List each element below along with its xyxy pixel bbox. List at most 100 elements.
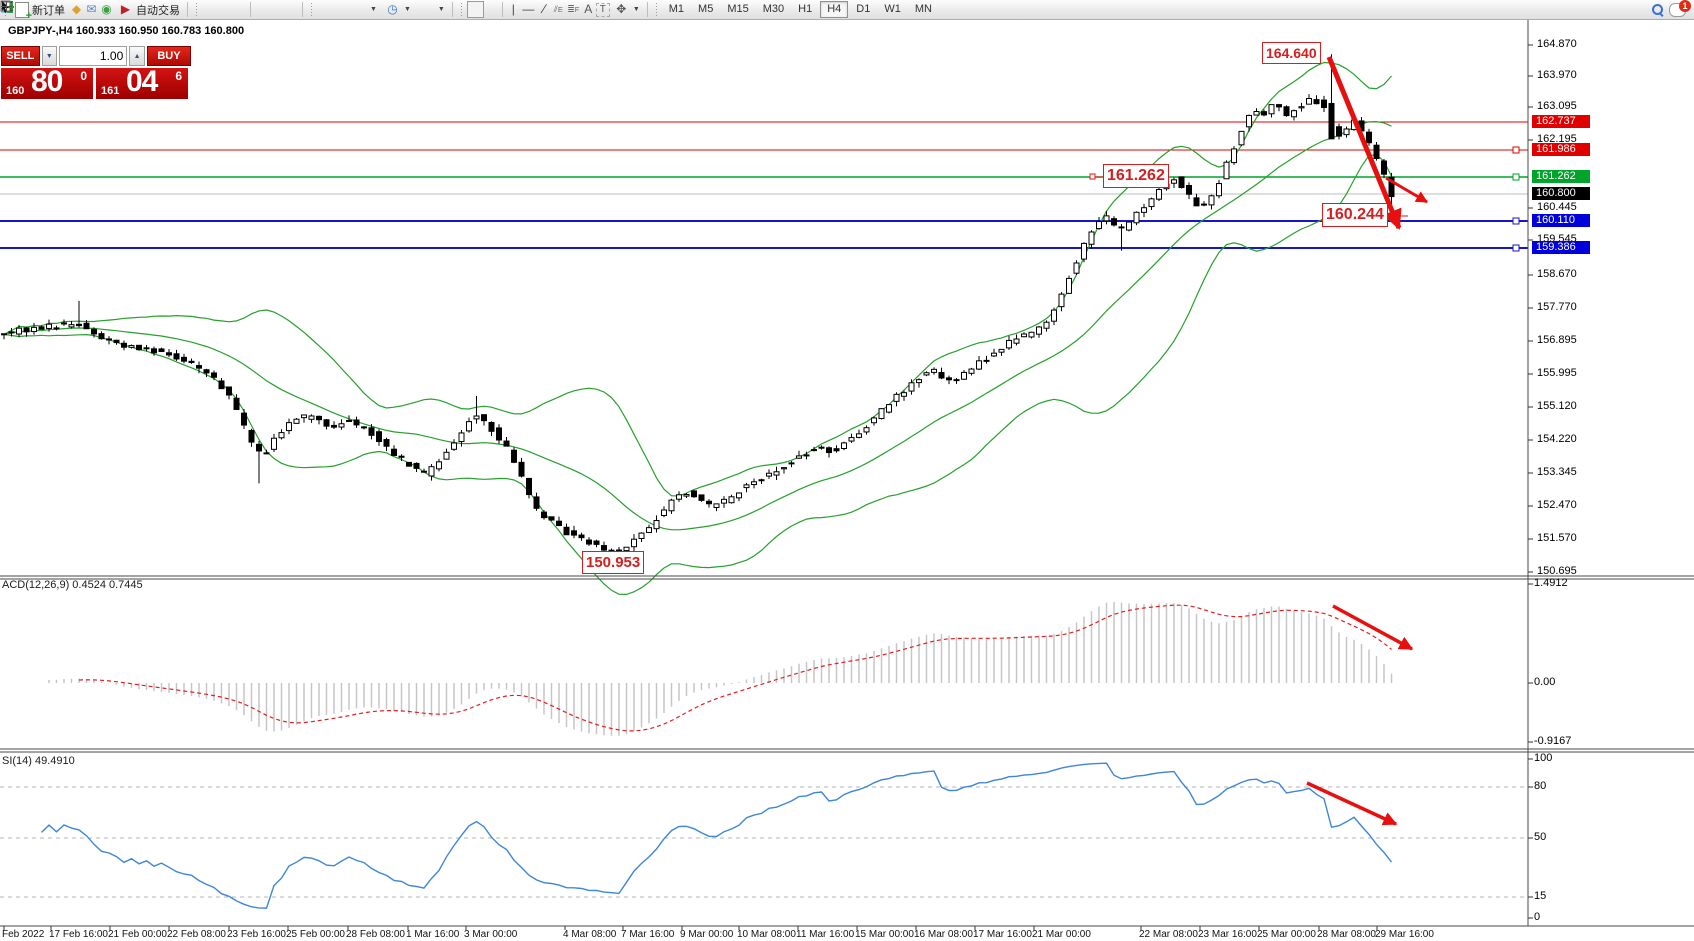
candle-body xyxy=(729,497,734,503)
candle-body xyxy=(1382,161,1387,174)
candle-body xyxy=(249,430,254,442)
candle-body xyxy=(17,328,22,334)
candle-body xyxy=(684,495,689,497)
candle-body xyxy=(917,380,922,383)
candle-body xyxy=(429,467,434,476)
bollinger-band-line xyxy=(4,63,1392,496)
candle-body xyxy=(1224,162,1229,179)
price-axis-label: 153.345 xyxy=(1537,466,1577,479)
price-callout[interactable]: 161.262 xyxy=(1103,164,1169,188)
candle-body xyxy=(302,415,307,418)
candle-body xyxy=(587,540,592,544)
trend-arrow xyxy=(1333,606,1412,649)
candle-body xyxy=(489,422,494,431)
chart-canvas[interactable] xyxy=(0,0,1694,941)
price-axis-label: 154.220 xyxy=(1537,433,1577,446)
candle-body xyxy=(759,480,764,481)
candle-body xyxy=(512,450,517,462)
candle-body xyxy=(579,535,584,538)
candle-body xyxy=(849,438,854,441)
candle-body xyxy=(1089,232,1094,244)
sell-price-point: 0 xyxy=(80,69,87,83)
candle-body xyxy=(1044,322,1049,328)
candle-body xyxy=(1292,111,1297,117)
candle-body xyxy=(347,420,352,421)
candle-body xyxy=(497,428,502,440)
candle-body xyxy=(639,533,644,538)
candle-body xyxy=(1209,196,1214,205)
candle-body xyxy=(534,497,539,508)
price-callout[interactable]: 160.244 xyxy=(1322,203,1388,227)
candle-body xyxy=(1134,212,1139,222)
callout-handle xyxy=(1090,174,1095,179)
sell-price-box[interactable]: 160 80 0 xyxy=(1,68,93,99)
candle-body xyxy=(392,449,397,455)
candle-body xyxy=(767,473,772,476)
price-axis-label: 155.995 xyxy=(1537,367,1577,380)
volume-increase-button[interactable]: ▲ xyxy=(129,46,145,66)
candle-body xyxy=(114,340,119,342)
candle-body xyxy=(1239,131,1244,144)
candle-body xyxy=(564,527,569,534)
candle-body xyxy=(999,349,1004,352)
price-callout[interactable]: 150.953 xyxy=(582,551,644,574)
candle-body xyxy=(909,383,914,391)
candle-body xyxy=(437,462,442,469)
time-axis-label: 7 Mar 16:00 xyxy=(621,929,674,940)
volume-decrease-button[interactable]: ▼ xyxy=(42,46,58,66)
candle-body xyxy=(422,471,427,472)
candle-body xyxy=(1307,99,1312,105)
candle-body xyxy=(369,428,374,436)
buy-price-box[interactable]: 161 04 6 xyxy=(96,68,188,99)
price-axis-badge-red: 162.737 xyxy=(1532,115,1590,128)
candle-body xyxy=(1104,216,1109,221)
candle-body xyxy=(122,343,127,347)
candle-body xyxy=(1074,263,1079,273)
candle-body xyxy=(827,448,832,453)
time-axis-label: 15 Mar 00:00 xyxy=(855,929,914,940)
candle-body xyxy=(467,422,472,431)
candle-body xyxy=(594,541,599,544)
candle-body xyxy=(1172,180,1177,183)
candle-body xyxy=(174,354,179,359)
candle-body xyxy=(549,517,554,520)
line-handle-marker xyxy=(1513,174,1519,180)
candle-body xyxy=(819,447,824,448)
buy-price-pips: 04 xyxy=(126,65,157,99)
time-axis-label: 21 Mar 00:00 xyxy=(1032,929,1091,940)
price-axis-label: 151.570 xyxy=(1537,532,1577,545)
price-axis-label: 158.670 xyxy=(1537,268,1577,281)
candle-body xyxy=(137,345,142,349)
candle-body xyxy=(309,416,314,419)
time-axis-label: 3 Mar 00:00 xyxy=(464,929,517,940)
candle-body xyxy=(474,416,479,419)
candle-body xyxy=(24,328,29,332)
candle-body xyxy=(159,349,164,352)
candle-body xyxy=(669,500,674,511)
macd-signal-line xyxy=(79,605,1392,731)
time-axis-label: 25 Mar 00:00 xyxy=(1257,929,1316,940)
candle-body xyxy=(1007,340,1012,347)
candle-body xyxy=(1187,185,1192,194)
price-axis-label: 155.120 xyxy=(1537,400,1577,413)
candle-body xyxy=(54,328,59,329)
candle-body xyxy=(939,373,944,378)
candle-body xyxy=(1119,227,1124,228)
candle-body xyxy=(1067,278,1072,293)
candle-body xyxy=(744,485,749,488)
candle-body xyxy=(1157,190,1162,200)
candle-body xyxy=(789,463,794,464)
candle-body xyxy=(752,482,757,485)
candle-body xyxy=(1262,112,1267,115)
price-callout[interactable]: 164.640 xyxy=(1262,42,1321,64)
price-axis-badge-blue: 159.386 xyxy=(1532,241,1590,254)
volume-input[interactable] xyxy=(59,46,127,66)
candle-body xyxy=(1269,105,1274,114)
sell-button[interactable]: SELL xyxy=(1,46,40,66)
candle-body xyxy=(197,366,202,369)
candle-body xyxy=(1149,199,1154,207)
candle-body xyxy=(887,405,892,413)
candle-body xyxy=(797,456,802,458)
candle-body xyxy=(227,387,232,395)
buy-button[interactable]: BUY xyxy=(147,46,191,66)
